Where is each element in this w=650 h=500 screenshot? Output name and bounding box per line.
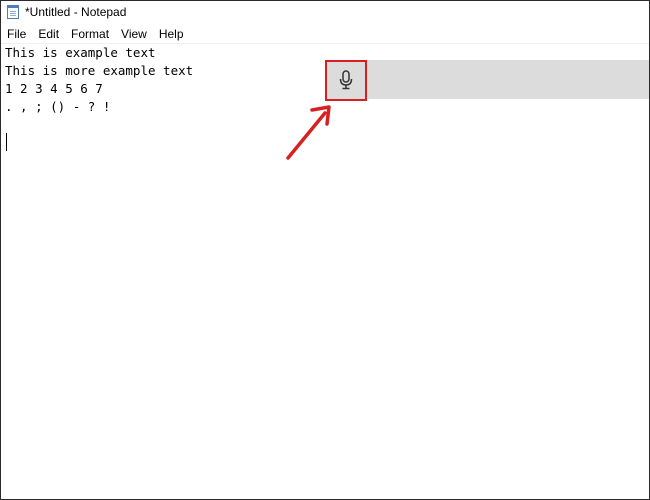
menu-edit[interactable]: Edit <box>33 27 66 41</box>
dictation-toolbar <box>325 60 649 101</box>
text-line-2: This is more example text <box>5 63 194 78</box>
text-line-1: This is example text <box>5 45 156 60</box>
notepad-icon <box>7 5 19 19</box>
menu-file[interactable]: File <box>1 27 33 41</box>
notepad-window: *Untitled - Notepad File Edit Format Vie… <box>0 0 650 500</box>
text-line-4: . , ; () - ? ! <box>5 99 111 114</box>
menu-help[interactable]: Help <box>154 27 191 41</box>
text-caret <box>6 133 7 151</box>
menu-format[interactable]: Format <box>66 27 116 41</box>
red-arrow-icon <box>286 105 331 160</box>
microphone-icon <box>339 70 353 90</box>
text-line-3: 1 2 3 4 5 6 7 <box>5 81 103 96</box>
menu-view[interactable]: View <box>116 27 154 41</box>
window-title: *Untitled - Notepad <box>25 5 127 19</box>
dictation-mic-button[interactable] <box>325 60 367 101</box>
menu-bar: File Edit Format View Help <box>1 24 649 44</box>
title-bar[interactable]: *Untitled - Notepad <box>1 1 649 23</box>
